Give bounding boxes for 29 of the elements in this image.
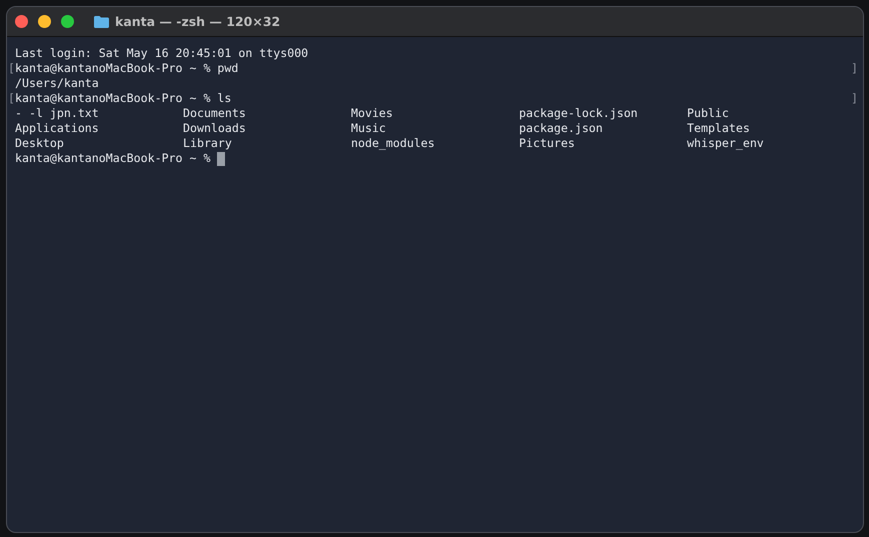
minimize-button[interactable] xyxy=(38,15,51,28)
file-name: Music xyxy=(351,121,387,136)
output-line: /Users/kanta xyxy=(15,76,99,91)
file-name: Pictures xyxy=(519,136,576,151)
file-name: Applications xyxy=(15,121,100,136)
output-line: Last login: Sat May 16 20:45:01 on ttys000 xyxy=(15,46,308,61)
file-name: Public xyxy=(687,106,730,121)
line-marker: [ xyxy=(8,61,15,76)
line-marker: ] xyxy=(851,91,858,106)
line-marker: [ xyxy=(8,91,15,106)
file-name: package-lock.json xyxy=(519,106,639,121)
window-title: kanta — -zsh — 120×32 xyxy=(115,14,280,29)
file-name: package.json xyxy=(519,121,604,136)
file-name: - -l jpn.txt xyxy=(15,106,100,121)
prompt-line: kanta@kantanoMacBook-Pro ~ % pwd xyxy=(15,61,238,76)
zoom-button[interactable] xyxy=(61,15,74,28)
file-name: Library xyxy=(183,136,233,151)
file-name: Documents xyxy=(183,106,247,121)
file-name: Downloads xyxy=(183,121,247,136)
folder-icon xyxy=(94,16,109,28)
file-name: Desktop xyxy=(15,136,65,151)
close-button[interactable] xyxy=(15,15,28,28)
file-name: Templates xyxy=(687,121,751,136)
file-name: node_modules xyxy=(351,136,436,151)
file-name: whisper_env xyxy=(687,136,765,151)
file-name: Movies xyxy=(351,106,394,121)
line-marker: ] xyxy=(851,61,858,76)
prompt-line: kanta@kantanoMacBook-Pro ~ % xyxy=(15,151,210,166)
prompt-line: kanta@kantanoMacBook-Pro ~ % ls xyxy=(15,91,232,106)
